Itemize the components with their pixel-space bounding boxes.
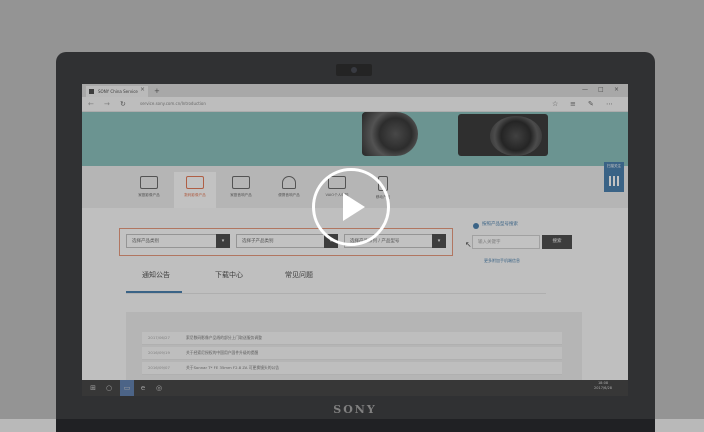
play-icon: [343, 193, 365, 221]
